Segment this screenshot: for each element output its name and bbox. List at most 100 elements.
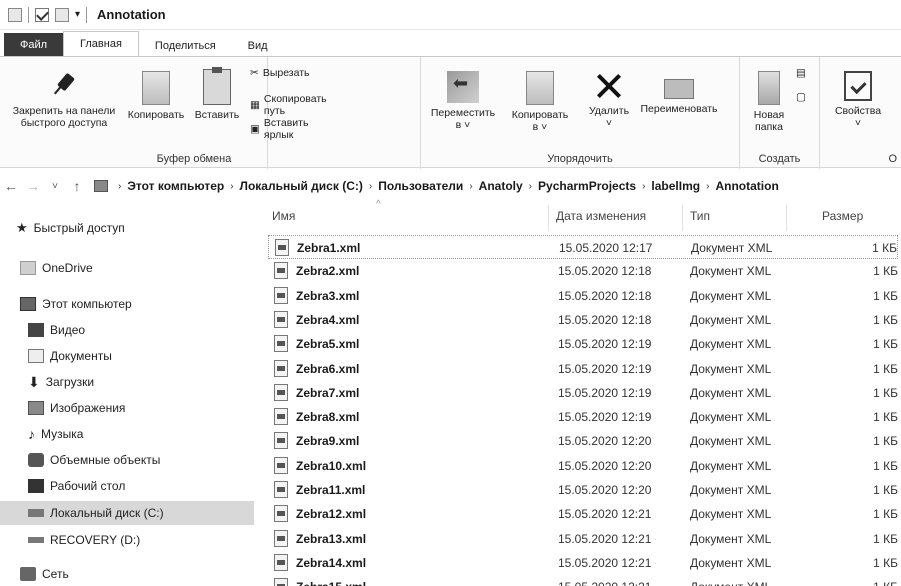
column-header-name[interactable]: Имя <box>272 209 295 223</box>
breadcrumb[interactable]: › Этот компьютер › Локальный диск (C:) ›… <box>94 179 779 193</box>
delete-button[interactable]: Удалить ˅ <box>581 71 637 129</box>
table-row[interactable]: Zebra6.xml 15.05.2020 12:19 Документ XML 1 … <box>268 357 898 381</box>
table-row[interactable]: Zebra2.xml 15.05.2020 12:18 Документ XML 1 … <box>268 259 898 283</box>
column-header-type[interactable]: Тип <box>690 209 710 223</box>
breadcrumb-item[interactable]: Annotation <box>715 179 778 193</box>
table-row[interactable]: Zebra3.xml 15.05.2020 12:18 Документ XML 1 … <box>268 284 898 308</box>
file-name: Zebra10.xml <box>296 458 367 473</box>
file-type: Документ XML <box>690 361 772 376</box>
network-icon <box>20 567 36 581</box>
rename-button[interactable]: Переименовать <box>635 71 723 115</box>
nav-local-disk-c[interactable]: Локальный диск (C:) <box>0 501 254 525</box>
table-row[interactable]: Zebra8.xml 15.05.2020 12:19 Документ XML 1 … <box>268 405 898 429</box>
nav-pictures[interactable]: Изображения <box>28 397 125 419</box>
ribbon-tabs: Файл Главная Поделиться Вид <box>0 30 901 57</box>
table-row[interactable]: Zebra11.xml 15.05.2020 12:20 Документ XML 1… <box>268 478 898 502</box>
file-name: Zebra5.xml <box>296 337 360 352</box>
tab-share[interactable]: Поделиться <box>139 35 232 57</box>
pin-quick-access-button[interactable]: Закрепить на панели быстрого доступа <box>4 71 124 129</box>
properties-quick-icon[interactable] <box>35 7 49 22</box>
table-row[interactable]: Zebra7.xml 15.05.2020 12:19 Документ XML 1 … <box>268 381 898 405</box>
nav-quick-access[interactable]: ★ Быстрый доступ <box>16 217 125 239</box>
copy-path-icon: ▦ <box>250 99 260 111</box>
table-row[interactable]: Zebra1.xml 15.05.2020 12:17 Документ XML 1 … <box>268 235 898 259</box>
cut-button[interactable]: ✂ Вырезать <box>250 67 310 79</box>
chevron-right-icon: › <box>528 180 533 192</box>
title-bar: ▾ Annotation <box>0 0 901 30</box>
copy-to-button[interactable]: Копировать в ˅ <box>505 71 575 133</box>
paste-shortcut-button[interactable]: ▣ Вставить ярлык <box>250 117 308 141</box>
nav-music[interactable]: ♪ Музыка <box>28 423 83 445</box>
column-divider[interactable] <box>548 205 549 231</box>
copy-path-button[interactable]: ▦ Скопировать путь <box>250 93 327 117</box>
tab-home[interactable]: Главная <box>63 31 139 57</box>
up-arrow-icon[interactable]: ↑ <box>66 178 88 194</box>
table-row[interactable]: Zebra9.xml 15.05.2020 12:20 Документ XML 1 … <box>268 429 898 453</box>
column-header-date[interactable]: Дата изменения <box>556 209 646 223</box>
properties-button[interactable]: Свойства ˅ <box>828 71 888 129</box>
organize-group-label: Упорядочить <box>547 153 613 165</box>
nav-video[interactable]: Видео <box>28 319 85 341</box>
breadcrumb-item[interactable]: Локальный диск (C:) <box>240 179 363 193</box>
table-row[interactable]: Zebra12.xml 15.05.2020 12:21 Документ XML 1… <box>268 502 898 526</box>
xml-file-icon <box>274 578 288 586</box>
table-row[interactable]: Zebra5.xml 15.05.2020 12:19 Документ XML 1 … <box>268 332 898 356</box>
rename-label: Переименовать <box>640 103 718 115</box>
nav-label: Изображения <box>50 401 126 415</box>
paste-button[interactable]: Вставить <box>188 67 246 121</box>
properties-label-arrow: ˅ <box>854 117 862 129</box>
move-to-button[interactable]: Переместить в ˅ <box>425 71 501 131</box>
copy-button[interactable]: Копировать <box>124 71 188 121</box>
breadcrumb-item[interactable]: Anatoly <box>479 179 523 193</box>
table-row[interactable]: Zebra14.xml 15.05.2020 12:21 Документ XML 1… <box>268 551 898 575</box>
nav-this-pc[interactable]: Этот компьютер <box>20 293 132 315</box>
breadcrumb-item[interactable]: Этот компьютер <box>127 179 224 193</box>
new-folder-quick-icon[interactable] <box>55 7 69 22</box>
table-row[interactable]: Zebra4.xml 15.05.2020 12:18 Документ XML 1 … <box>268 308 898 332</box>
recent-locations-icon[interactable]: ˅ <box>44 181 66 192</box>
nav-documents[interactable]: Документы <box>28 345 112 367</box>
chevron-right-icon: › <box>368 180 373 192</box>
column-divider[interactable] <box>786 205 787 231</box>
column-header-size[interactable]: Размер <box>822 209 863 223</box>
nav-downloads[interactable]: ⬇ Загрузки <box>28 371 94 393</box>
breadcrumb-item[interactable]: Пользователи <box>378 179 463 193</box>
move-label-arrow: в ˅ <box>455 119 471 131</box>
table-row[interactable]: Zebra13.xml 15.05.2020 12:21 Документ XML 1… <box>268 527 898 551</box>
nav-desktop[interactable]: Рабочий стол <box>28 475 125 497</box>
music-icon: ♪ <box>28 426 35 442</box>
breadcrumb-item[interactable]: labelImg <box>651 179 700 193</box>
file-type: Документ XML <box>690 458 772 473</box>
paste-label: Вставить <box>194 109 240 121</box>
new-folder-label-line2: папка <box>755 121 783 133</box>
new-item-button[interactable]: ▤ <box>796 67 806 79</box>
tab-file[interactable]: Файл <box>4 33 64 57</box>
copy-label: Копировать <box>127 109 185 121</box>
pictures-icon <box>28 401 44 415</box>
nav-onedrive[interactable]: OneDrive <box>20 257 93 279</box>
breadcrumb-item[interactable]: PycharmProjects <box>538 179 636 193</box>
xml-file-icon <box>274 408 288 426</box>
nav-3d-objects[interactable]: Объемные объекты <box>28 449 160 471</box>
xml-file-icon <box>274 262 288 280</box>
nav-label: Локальный диск (C:) <box>50 506 164 520</box>
forward-arrow-icon[interactable]: → <box>22 178 44 194</box>
back-arrow-icon[interactable]: ← <box>0 178 22 194</box>
file-date: 15.05.2020 12:20 <box>558 434 652 449</box>
xml-file-icon <box>274 383 288 401</box>
star-icon: ★ <box>16 220 28 235</box>
easy-access-button[interactable]: ▢ <box>796 91 806 103</box>
tab-view[interactable]: Вид <box>232 35 284 57</box>
properties-label: Свойства <box>834 105 882 117</box>
table-row[interactable]: Zebra10.xml 15.05.2020 12:20 Документ XML 1… <box>268 454 898 478</box>
column-divider[interactable] <box>682 205 683 231</box>
nav-network[interactable]: Сеть <box>20 563 69 585</box>
file-name: Zebra13.xml <box>296 531 367 546</box>
file-date: 15.05.2020 12:17 <box>559 241 653 255</box>
table-row[interactable]: Zebra15.xml 15.05.2020 12:21 Документ XML 1… <box>268 575 898 586</box>
xml-file-icon <box>274 481 288 498</box>
quick-access-dropdown-icon[interactable]: ▾ <box>75 9 80 20</box>
nav-recovery-d[interactable]: RECOVERY (D:) <box>28 529 140 551</box>
new-folder-button[interactable]: Новая папка <box>744 71 794 133</box>
file-date: 15.05.2020 12:21 <box>558 580 651 586</box>
